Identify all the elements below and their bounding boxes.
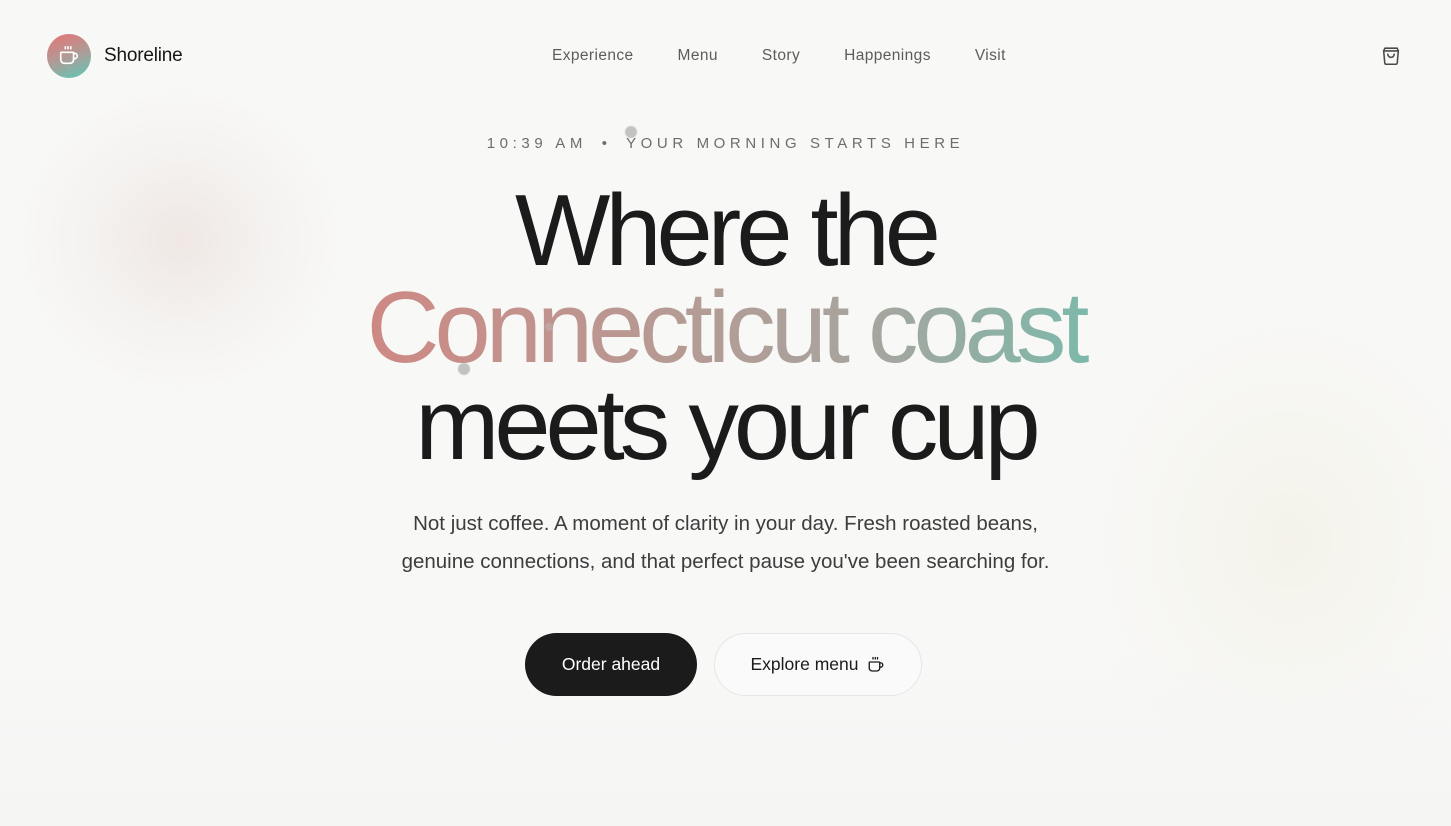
subhead-line-2: genuine connections, and that perfect pa…	[401, 550, 1050, 573]
order-ahead-button[interactable]: Order ahead	[525, 633, 697, 696]
nav-item-experience[interactable]: Experience	[552, 46, 634, 66]
coffee-cup-icon	[867, 656, 885, 674]
cart-button[interactable]	[1378, 43, 1404, 69]
brand-name: Shoreline	[104, 45, 183, 66]
headline-line-3: meets your cup	[415, 369, 1040, 481]
hero-eyebrow: 10:39 AM • YOUR MORNING STARTS HERE	[0, 135, 1451, 152]
hero-tagline: YOUR MORNING STARTS HERE	[626, 135, 965, 152]
nav-item-story[interactable]: Story	[762, 46, 800, 66]
hero-cta-row: Order ahead Explore menu	[525, 633, 922, 696]
nav-item-menu[interactable]: Menu	[678, 46, 718, 66]
headline-line-1: Where the	[515, 175, 941, 287]
nav-item-happenings[interactable]: Happenings	[844, 46, 931, 66]
headline-line-2-accent: Connecticut coast	[0, 278, 1451, 379]
site-header: Shoreline Experience Menu Story Happenin…	[0, 0, 1451, 112]
shopping-bag-icon	[1382, 47, 1400, 66]
coffee-cup-icon	[59, 46, 79, 65]
explore-menu-label: Explore menu	[750, 654, 859, 674]
hero-subhead: Not just coffee. A moment of clarity in …	[0, 505, 1451, 581]
eyebrow-separator: •	[601, 135, 612, 152]
floating-bean-dot	[545, 323, 553, 331]
floating-bean-dot	[625, 126, 637, 138]
main-nav: Experience Menu Story Happenings Visit	[552, 46, 1006, 66]
nav-item-visit[interactable]: Visit	[975, 46, 1006, 66]
hero-headline: Where the Connecticut coast meets your c…	[0, 175, 1451, 481]
current-time: 10:39 AM	[486, 135, 587, 152]
subhead-line-1: Not just coffee. A moment of clarity in …	[413, 512, 1038, 535]
brand-link[interactable]: Shoreline	[47, 34, 183, 78]
floating-bean-dot	[458, 363, 470, 375]
explore-menu-button[interactable]: Explore menu	[714, 633, 922, 696]
logo-badge	[47, 34, 91, 78]
